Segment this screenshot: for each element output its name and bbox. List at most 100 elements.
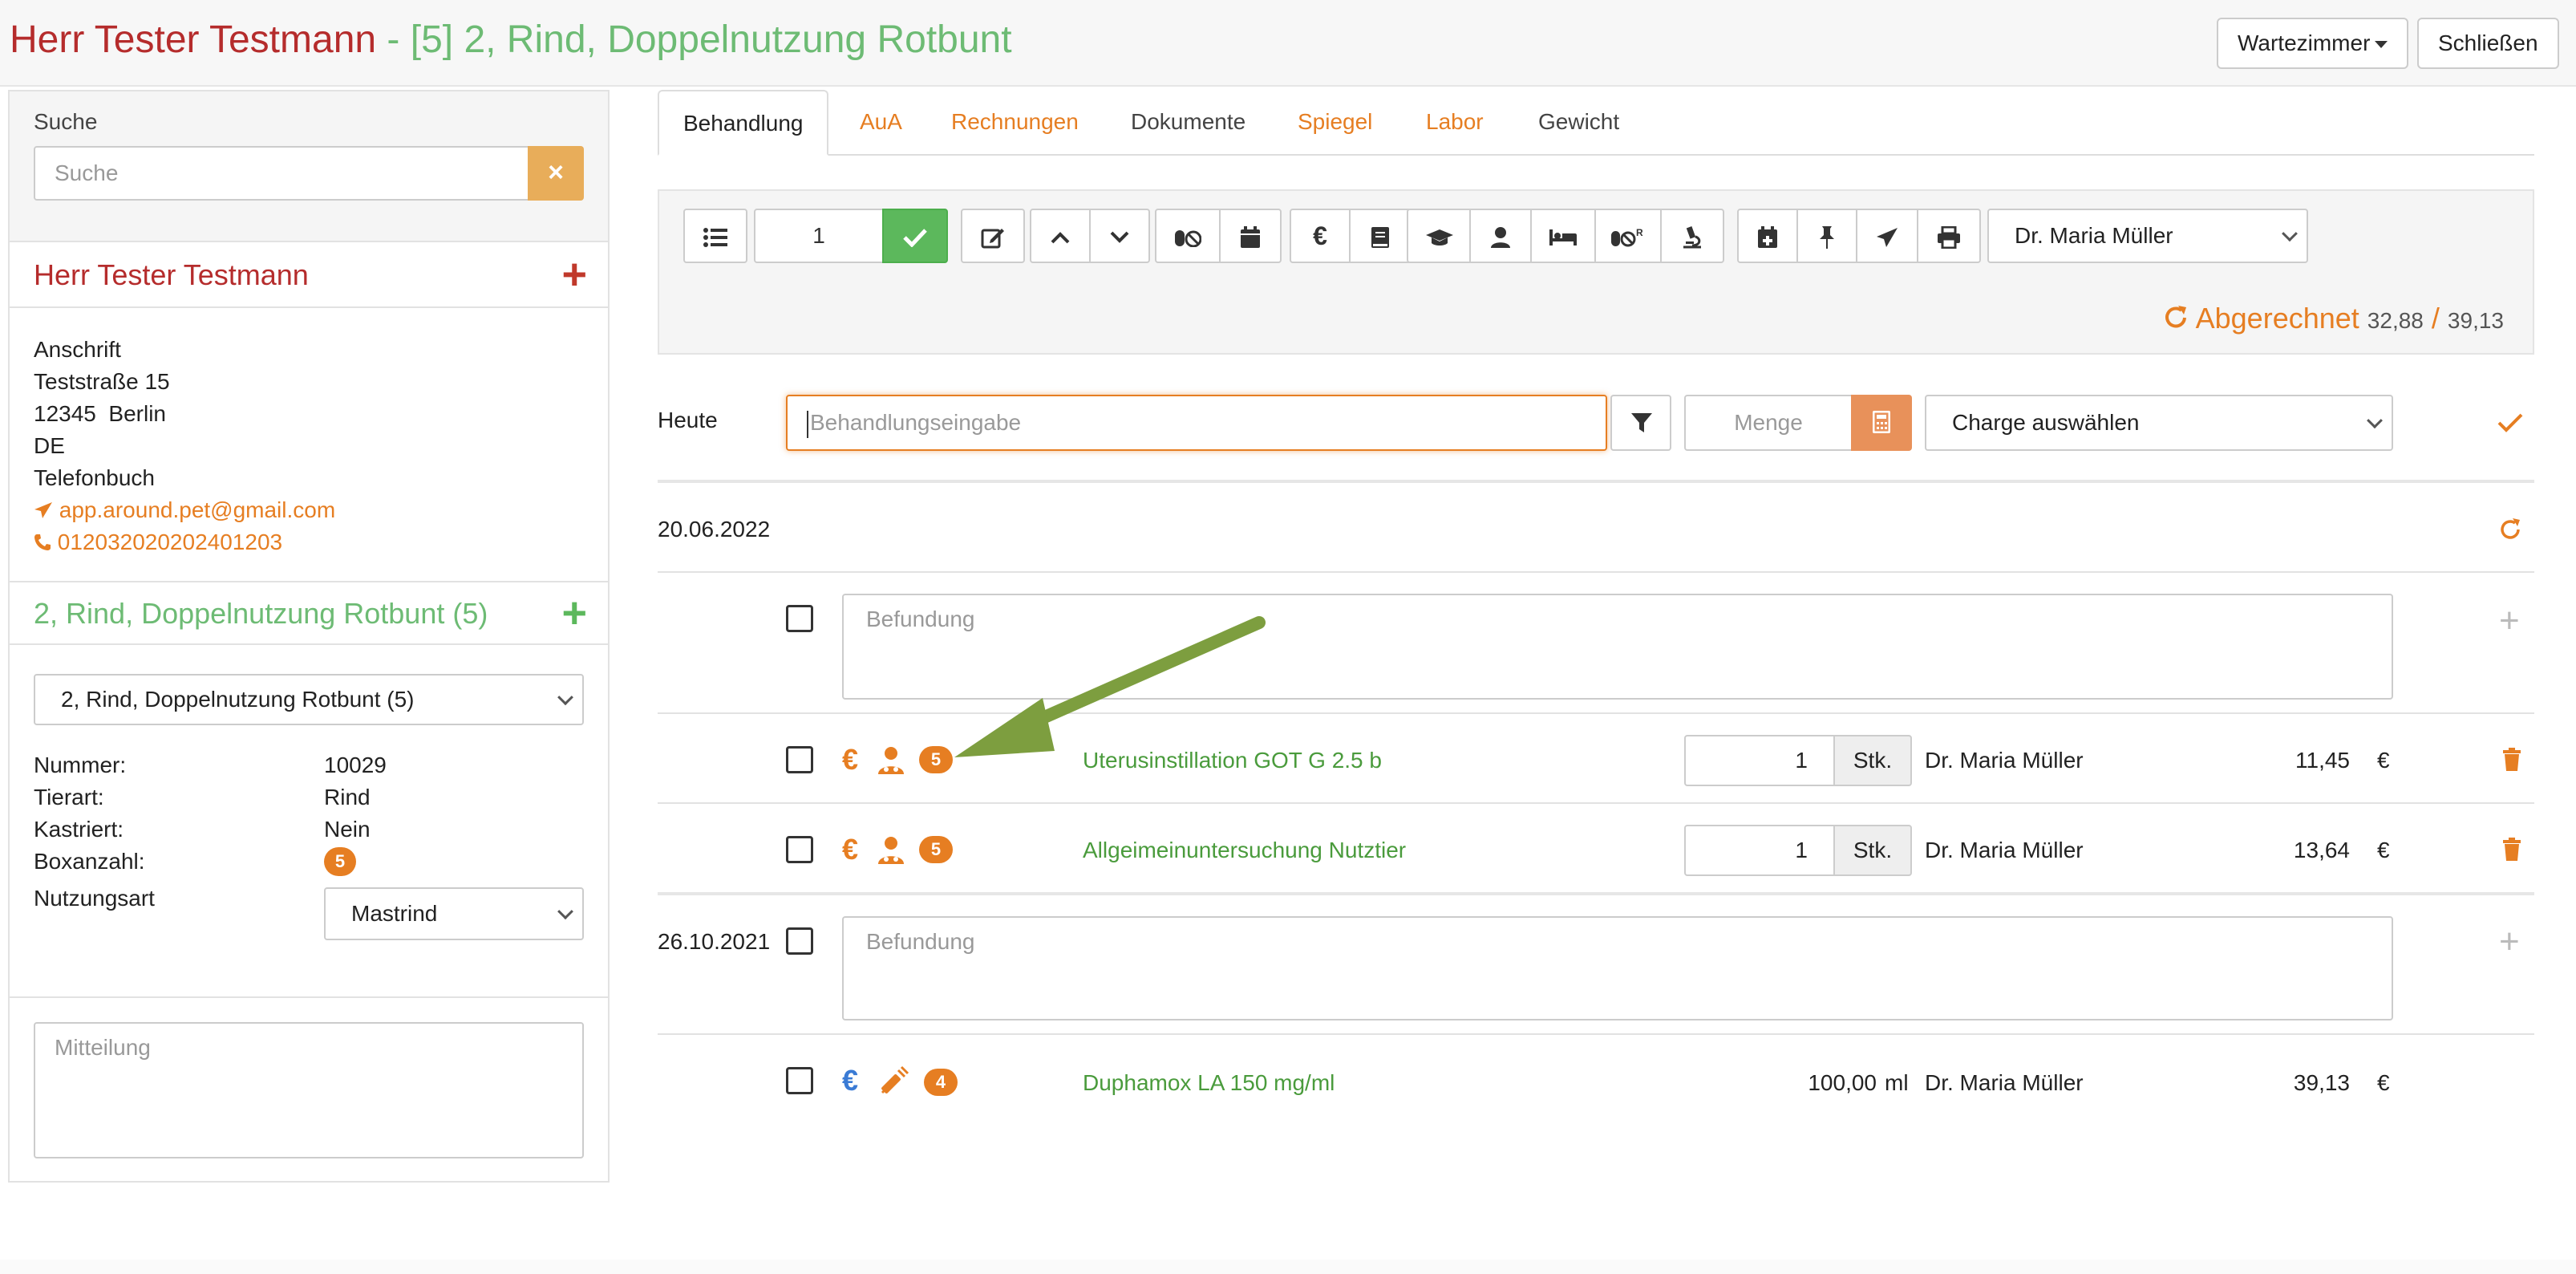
pin-icon	[1820, 225, 1834, 249]
tierart-label: Tierart:	[34, 785, 104, 809]
tab-labor[interactable]: Labor	[1402, 90, 1508, 156]
select-checkbox[interactable]	[786, 836, 813, 863]
medication-button[interactable]	[1155, 209, 1221, 263]
education-button[interactable]	[1407, 209, 1472, 263]
owner-header: Herr Tester Testmann +	[10, 244, 608, 308]
left-sidebar: Suche Suche × Herr Tester Testmann + Ans…	[8, 90, 610, 1183]
abgerechnet-status[interactable]: Abgerechnet 32,88 / 39,13	[2162, 302, 2504, 335]
calendar-plus-icon	[1758, 225, 1777, 248]
svg-text:R: R	[1636, 227, 1643, 238]
move-up-button[interactable]	[1030, 209, 1091, 263]
select-checkbox[interactable]	[786, 927, 813, 955]
book-icon	[1371, 226, 1389, 248]
item-price: 11,45	[2295, 748, 2350, 773]
mitteilung-textarea[interactable]: Mitteilung	[34, 1022, 584, 1158]
billing-button[interactable]: €	[1290, 209, 1351, 263]
owner-name[interactable]: Herr Tester Testmann	[34, 258, 309, 292]
befundung-textarea[interactable]: Befundung	[842, 916, 2393, 1020]
print-button[interactable]	[1917, 209, 1981, 263]
item-price: 13,64	[2293, 838, 2350, 862]
item-doctor: Dr. Maria Müller	[1925, 838, 2084, 862]
count-input[interactable]: 1	[754, 209, 884, 263]
title-patient-name: Herr Tester Testmann	[10, 18, 377, 61]
add-animal-plus-icon[interactable]: +	[561, 590, 587, 635]
tab-dokumente[interactable]: Dokumente	[1107, 90, 1270, 156]
charge-select-value: Charge auswählen	[1952, 410, 2140, 435]
menge-input[interactable]: Menge	[1684, 395, 1853, 451]
pin-button[interactable]	[1796, 209, 1857, 263]
edit-icon	[981, 228, 1004, 249]
lab-button[interactable]	[1660, 209, 1724, 263]
select-checkbox[interactable]	[786, 605, 813, 632]
quantity-input[interactable]: 1	[1684, 735, 1835, 786]
check-icon	[903, 228, 927, 248]
animal-header: 2, Rind, Doppelnutzung Rotbunt (5) +	[10, 581, 608, 645]
calendar-icon	[1241, 225, 1260, 248]
nummer-value: 10029	[324, 753, 387, 777]
doctor-select[interactable]: Dr. Maria Müller	[1987, 209, 2308, 263]
stationary-button[interactable]	[1530, 209, 1596, 263]
appointment-button[interactable]	[1737, 209, 1798, 263]
prescription-button[interactable]: R	[1594, 209, 1662, 263]
select-checkbox[interactable]	[786, 1067, 813, 1094]
item-doctor: Dr. Maria Müller	[1925, 748, 2084, 773]
annotation-arrow	[954, 616, 1266, 757]
tierart-value: Rind	[324, 785, 371, 809]
trash-icon[interactable]	[2502, 838, 2521, 862]
save-check-icon[interactable]	[2497, 412, 2523, 433]
kastriert-value: Nein	[324, 817, 371, 842]
animal-select[interactable]: 2, Rind, Doppelnutzung Rotbunt (5)	[34, 674, 584, 725]
calculator-button[interactable]	[1851, 395, 1912, 451]
divider	[658, 571, 2534, 573]
search-clear-button[interactable]: ×	[528, 146, 584, 201]
nutzungsart-select[interactable]: Mastrind	[324, 887, 584, 940]
plus-icon[interactable]: +	[2499, 603, 2520, 639]
email-text: app.around.pet@gmail.com	[59, 497, 336, 522]
refresh-icon[interactable]	[2497, 517, 2523, 542]
list-icon	[703, 227, 727, 247]
address-city: 12345 Berlin	[34, 401, 167, 426]
quantity-input[interactable]: 1	[1684, 825, 1835, 876]
plus-icon[interactable]: +	[2499, 924, 2520, 960]
abgerechnet-label: Abgerechnet	[2195, 302, 2359, 335]
heute-label: Heute	[658, 408, 718, 432]
person-button[interactable]	[1469, 209, 1532, 263]
close-button[interactable]: Schließen	[2417, 18, 2559, 69]
book-button[interactable]	[1349, 209, 1412, 263]
email-link[interactable]: app.around.pet@gmail.com	[34, 494, 335, 526]
tab-behandlung[interactable]: Behandlung	[658, 90, 829, 156]
phone-link[interactable]: 012032020202401203	[34, 526, 335, 558]
confirm-button[interactable]	[882, 209, 948, 263]
animal-name[interactable]: 2, Rind, Doppelnutzung Rotbunt (5)	[34, 597, 488, 631]
item-name[interactable]: Duphamox LA 150 mg/ml	[1083, 1070, 1335, 1096]
calendar-button[interactable]	[1219, 209, 1282, 263]
search-input[interactable]: Suche	[34, 146, 529, 201]
edit-button[interactable]	[961, 209, 1025, 263]
microscope-icon	[1683, 225, 1701, 249]
trash-icon[interactable]	[2502, 748, 2521, 772]
move-down-button[interactable]	[1089, 209, 1150, 263]
kastriert-label: Kastriert:	[34, 817, 124, 842]
charge-select[interactable]: Charge auswählen	[1925, 395, 2393, 451]
divider	[658, 1033, 2534, 1035]
address-heading: Anschrift	[34, 337, 121, 362]
select-checkbox[interactable]	[786, 746, 813, 773]
wartezimmer-dropdown-button[interactable]: Wartezimmer	[2217, 18, 2409, 69]
tab-aua[interactable]: AuA	[836, 90, 926, 156]
title-separator: -	[376, 18, 411, 61]
chevron-down-icon	[2367, 412, 2383, 429]
send-button[interactable]	[1856, 209, 1918, 263]
filter-button[interactable]	[1610, 395, 1671, 451]
search-label: Suche	[34, 109, 98, 134]
treatment-input[interactable]: Behandlungseingabe	[786, 395, 1607, 451]
address-country: DE	[34, 433, 65, 458]
add-owner-plus-icon[interactable]: +	[561, 252, 587, 297]
tab-gewicht[interactable]: Gewicht	[1514, 90, 1643, 156]
item-currency: €	[2377, 748, 2390, 773]
list-button[interactable]	[683, 209, 747, 263]
tab-spiegel[interactable]: Spiegel	[1274, 90, 1396, 156]
item-name[interactable]: Allgeimeinuntersuchung Nutztier	[1083, 838, 1406, 863]
print-icon	[1938, 225, 1960, 250]
tab-rechnungen[interactable]: Rechnungen	[927, 90, 1103, 156]
boxanzahl-label: Boxanzahl:	[34, 849, 145, 874]
